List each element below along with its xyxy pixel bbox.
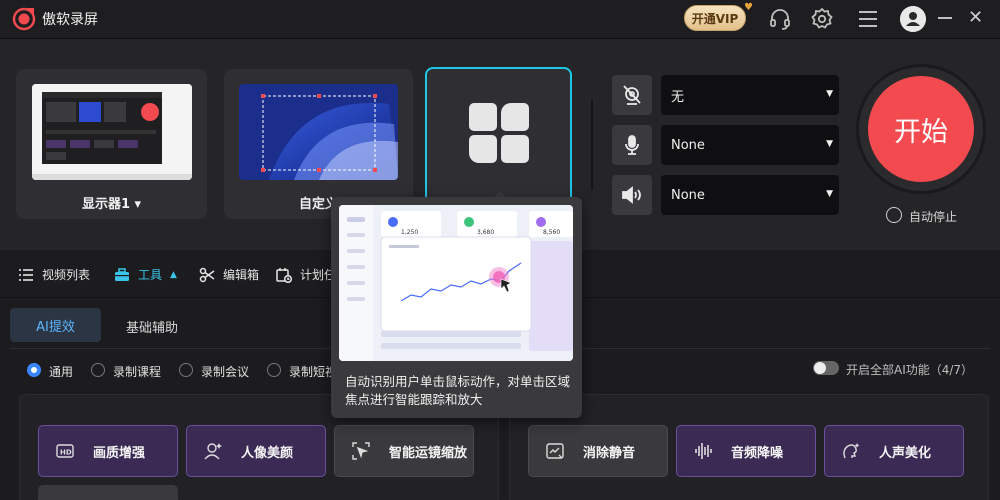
menu-icon[interactable] — [856, 7, 880, 31]
display-label: 显示器1 ▾ — [81, 197, 142, 212]
voice-icon — [843, 443, 860, 459]
tab-ai-efficiency[interactable]: AI提效 — [10, 308, 101, 342]
feature-portrait-beauty[interactable]: 人像美颜 — [186, 425, 326, 477]
mode-radio-meeting[interactable] — [179, 363, 193, 377]
display-thumbnail — [32, 84, 192, 180]
video-list-label: 视频列表 — [42, 268, 91, 282]
gear-icon[interactable] — [810, 7, 834, 31]
app-title: 傲软录屏 — [42, 12, 98, 28]
tooltip-stat: 8,560 — [543, 229, 560, 236]
schedule-button[interactable]: 计划任 — [276, 266, 336, 283]
mic-select-value: None — [671, 137, 705, 153]
auto-stop-radio[interactable] — [886, 207, 902, 223]
waveform-icon — [695, 443, 712, 459]
microphone-icon — [625, 135, 639, 155]
camera-select[interactable]: 无 ▼ — [661, 75, 839, 115]
caret-down-icon: ▼ — [826, 139, 833, 149]
feature-smart-zoom[interactable]: 智能运镜缩放 — [334, 425, 474, 477]
video-list-button[interactable]: 视频列表 — [18, 266, 90, 283]
minimize-icon[interactable] — [938, 17, 952, 19]
vip-button[interactable]: 开通VIP — [684, 5, 746, 31]
mode-radio-general[interactable] — [27, 363, 41, 377]
feature-label: 消除静音 — [583, 445, 636, 461]
title-bar — [0, 0, 1000, 38]
editor-label: 编辑箱 — [223, 268, 260, 282]
calendar-clock-icon — [276, 267, 292, 283]
toolbox-icon — [115, 267, 129, 281]
tooltip-stat: 1,250 — [401, 229, 418, 236]
svg-text:HD: HD — [60, 449, 72, 457]
caret-down-icon: ▼ — [826, 189, 833, 199]
tools-label: 工具 — [138, 268, 163, 282]
tooltip-preview-image: 1,250 3,680 8,560 — [339, 205, 573, 361]
silence-icon — [546, 443, 564, 459]
editor-button[interactable]: 编辑箱 — [199, 266, 259, 283]
toggle-knob — [814, 362, 826, 374]
feature-label: 音频降噪 — [731, 445, 784, 461]
mic-select[interactable]: None ▼ — [661, 125, 839, 165]
cursor-focus-icon — [352, 442, 370, 460]
tooltip-stat: 3,680 — [477, 229, 494, 236]
grid-tile — [469, 135, 497, 163]
feature-noise-reduction[interactable]: 音频降噪 — [676, 425, 816, 477]
camera-select-value: 无 — [671, 89, 685, 105]
tab-basic-assist[interactable]: 基础辅助 — [126, 317, 178, 336]
portrait-icon — [204, 443, 222, 460]
tooltip-text: 自动识别用户单击鼠标动作，对单击区域焦点进行智能跟踪和放大 — [345, 374, 571, 407]
start-button[interactable]: 开始 — [868, 76, 974, 182]
feature-remove-silence[interactable]: 消除静音 — [528, 425, 668, 477]
divider — [591, 100, 593, 190]
headset-icon[interactable] — [768, 7, 792, 31]
mode-label: 录制会议 — [201, 365, 250, 379]
custom-region-thumbnail — [239, 84, 398, 180]
avatar[interactable] — [900, 6, 926, 32]
app-logo-icon — [12, 7, 36, 31]
speaker-toggle[interactable] — [612, 175, 652, 215]
close-icon[interactable]: ✕ — [968, 9, 986, 27]
feature-label: 智能运镜缩放 — [389, 445, 468, 461]
list-icon — [19, 268, 33, 281]
caret-up-icon: ▲ — [170, 269, 177, 280]
feature-label: 人像美颜 — [241, 445, 294, 461]
mode-label: 通用 — [49, 365, 74, 379]
ai-all-toggle-label: 开启全部AI功能（4/7） — [846, 363, 974, 377]
mic-toggle[interactable] — [612, 125, 652, 165]
mode-label: 录制短视 — [289, 365, 338, 379]
tools-button[interactable]: 工具 ▲ — [114, 266, 177, 283]
heart-icon: ♥ — [744, 2, 753, 13]
camera-off-icon — [623, 85, 641, 105]
speaker-select[interactable]: None ▼ — [661, 175, 839, 215]
feature-more-placeholder[interactable] — [38, 485, 178, 500]
auto-stop-label: 自动停止 — [909, 210, 958, 224]
feature-voice-beautify[interactable]: 人声美化 — [824, 425, 964, 477]
grid-tile — [501, 135, 529, 163]
speaker-icon — [622, 186, 641, 204]
hd-icon: HD — [56, 444, 74, 458]
scissors-icon — [199, 267, 215, 282]
feature-label: 人声美化 — [879, 445, 932, 461]
camera-toggle[interactable] — [612, 75, 652, 115]
caret-down-icon: ▼ — [826, 89, 833, 99]
mode-radio-course[interactable] — [91, 363, 105, 377]
grid-tile — [501, 103, 529, 131]
mode-label: 录制课程 — [113, 365, 162, 379]
feature-label: 画质增强 — [93, 445, 146, 461]
grid-tile — [469, 103, 497, 131]
feature-quality-enhance[interactable]: HD 画质增强 — [38, 425, 178, 477]
mode-radio-short-video[interactable] — [267, 363, 281, 377]
speaker-select-value: None — [671, 187, 705, 203]
